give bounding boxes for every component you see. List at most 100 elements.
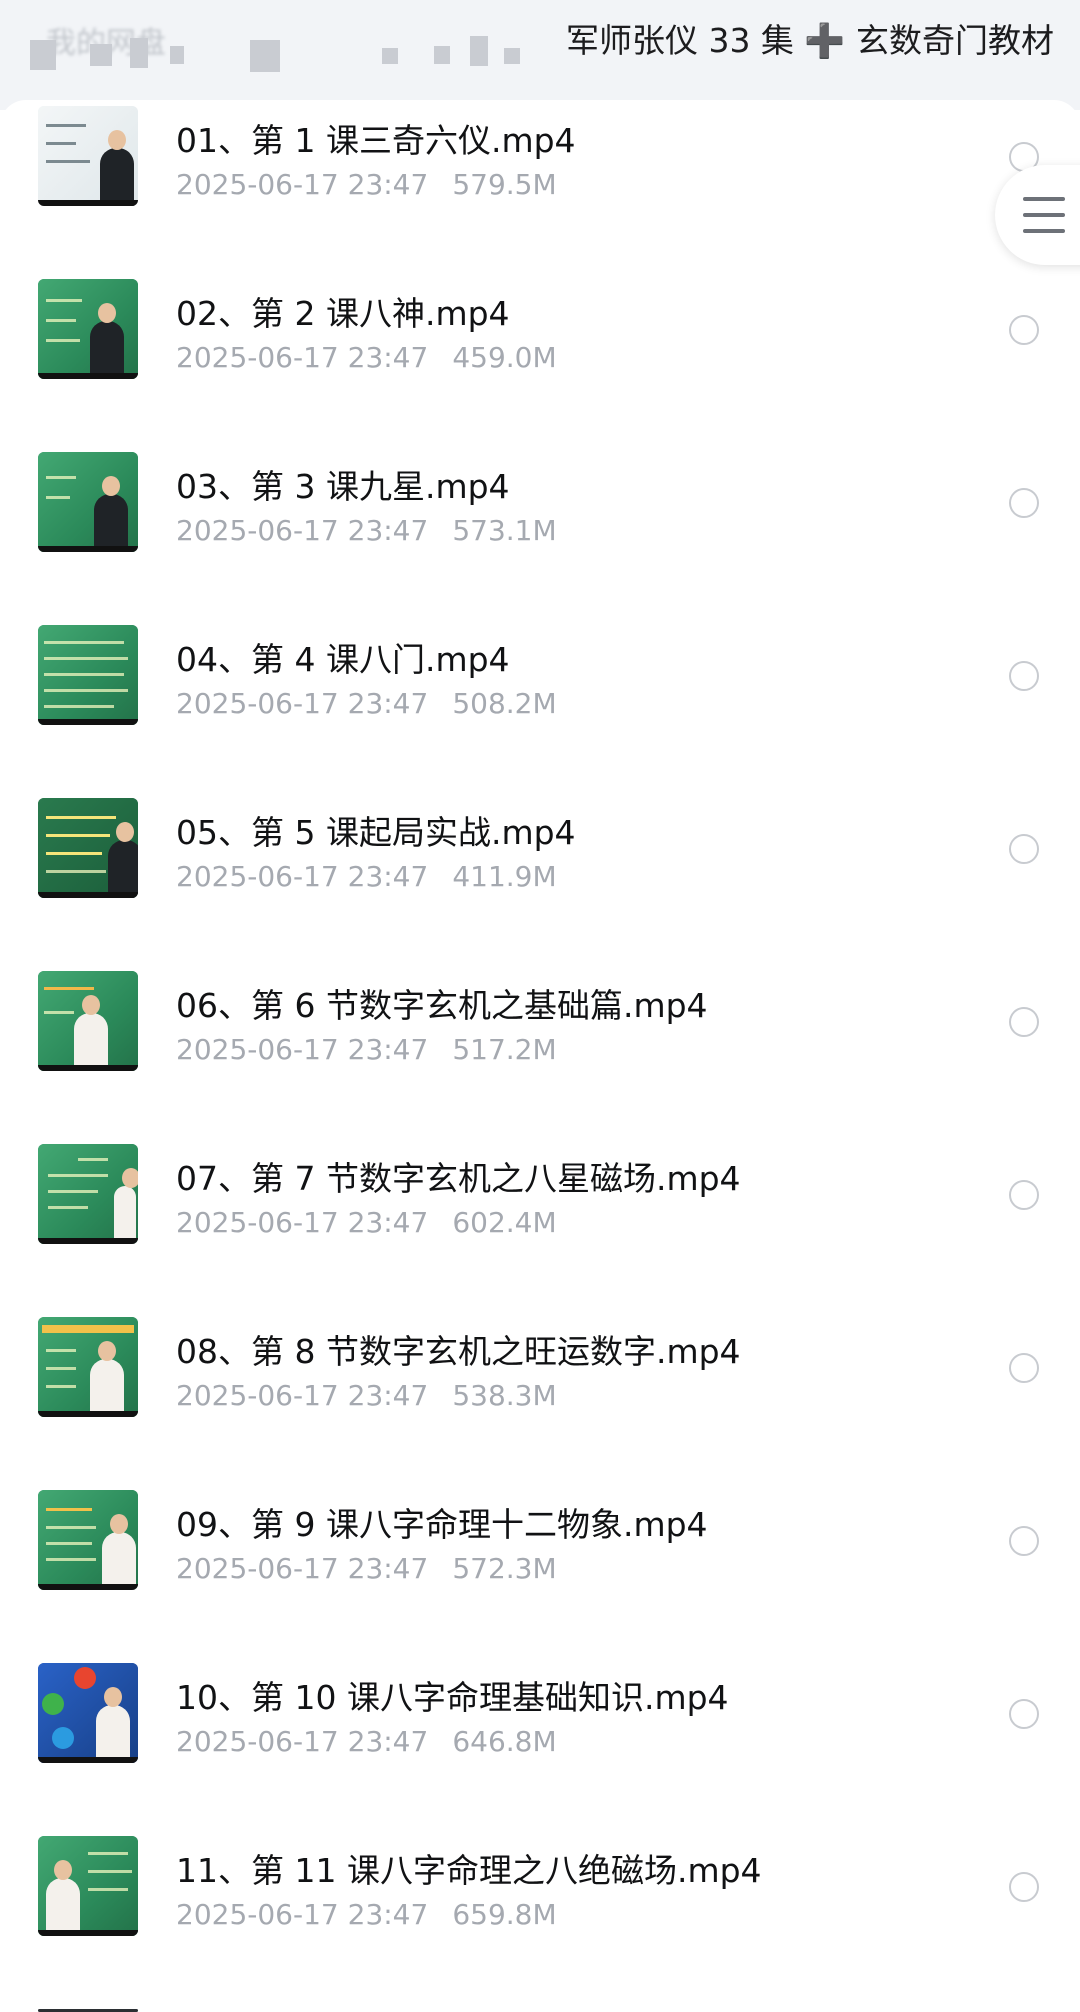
- file-list-screen: 我的网盘 军师张仪 33 集 ➕ 玄数奇门教材 01、第 1 课三奇六仪.mp4…: [0, 0, 1080, 2012]
- radio-circle-icon[interactable]: [1009, 315, 1039, 345]
- video-thumbnail: [38, 279, 138, 379]
- file-meta: 2025-06-17 23:47 573.1M: [176, 514, 557, 547]
- list-item[interactable]: 04、第 4 课八门.mp4 2025-06-17 23:47 508.2M: [0, 619, 1080, 792]
- presenter-figure: [96, 1687, 130, 1763]
- presenter-figure: [74, 995, 108, 1071]
- file-meta: 2025-06-17 23:47 572.3M: [176, 1552, 557, 1585]
- presenter-figure: [46, 1860, 80, 1936]
- file-date: 2025-06-17 23:47: [176, 1206, 429, 1239]
- list-item[interactable]: 11、第 11 课八字命理之八绝磁场.mp4 2025-06-17 23:47 6…: [0, 1830, 1080, 2003]
- list-item[interactable]: 10、第 10 课八字命理基础知识.mp4 2025-06-17 23:47 64…: [0, 1657, 1080, 1830]
- radio-circle-icon[interactable]: [1009, 1180, 1039, 1210]
- list-item[interactable]: 05、第 5 课起局实战.mp4 2025-06-17 23:47 411.9M: [0, 792, 1080, 965]
- video-thumbnail: [38, 106, 138, 206]
- element-circle: [74, 1667, 96, 1689]
- file-meta: 2025-06-17 23:47 538.3M: [176, 1379, 557, 1412]
- file-size: 646.8M: [452, 1725, 557, 1758]
- file-date: 2025-06-17 23:47: [176, 168, 429, 201]
- file-name: 06、第 6 节数字玄机之基础篇.mp4: [176, 986, 708, 1025]
- file-name: 07、第 7 节数字玄机之八星磁场.mp4: [176, 1159, 741, 1198]
- file-size: 602.4M: [452, 1206, 557, 1239]
- file-name: 10、第 10 课八字命理基础知识.mp4: [176, 1678, 729, 1717]
- radio-circle-icon[interactable]: [1009, 1353, 1039, 1383]
- video-thumbnail: [38, 1836, 138, 1936]
- presenter-figure: [102, 1514, 136, 1590]
- file-size: 572.3M: [452, 1552, 557, 1585]
- file-size: 573.1M: [452, 514, 557, 547]
- presenter-figure: [94, 476, 128, 552]
- file-date: 2025-06-17 23:47: [176, 687, 429, 720]
- file-meta: 2025-06-17 23:47 602.4M: [176, 1206, 557, 1239]
- list-item[interactable]: 02、第 2 课八神.mp4 2025-06-17 23:47 459.0M: [0, 273, 1080, 446]
- video-thumbnail: [38, 452, 138, 552]
- file-meta: 2025-06-17 23:47 411.9M: [176, 860, 557, 893]
- file-name: 01、第 1 课三奇六仪.mp4: [176, 121, 576, 160]
- file-meta: 2025-06-17 23:47 659.8M: [176, 1898, 557, 1931]
- radio-circle-icon[interactable]: [1009, 1007, 1039, 1037]
- file-meta: 2025-06-17 23:47 646.8M: [176, 1725, 557, 1758]
- file-name: 09、第 9 课八字命理十二物象.mp4: [176, 1505, 708, 1544]
- mosaic-block: [434, 46, 450, 64]
- video-thumbnail: [38, 625, 138, 725]
- mosaic-block: [30, 40, 56, 70]
- list-item[interactable]: 08、第 8 节数字玄机之旺运数字.mp4 2025-06-17 23:47 53…: [0, 1311, 1080, 1484]
- video-thumbnail: [38, 1317, 138, 1417]
- file-date: 2025-06-17 23:47: [176, 1379, 429, 1412]
- top-header: 我的网盘 军师张仪 33 集 ➕ 玄数奇门教材: [0, 0, 1080, 110]
- video-thumbnail: [38, 1490, 138, 1590]
- video-thumbnail: [38, 1663, 138, 1763]
- file-meta: 2025-06-17 23:47 459.0M: [176, 341, 557, 374]
- file-name: 04、第 4 课八门.mp4: [176, 640, 510, 679]
- list-item[interactable]: 09、第 9 课八字命理十二物象.mp4 2025-06-17 23:47 572…: [0, 1484, 1080, 1657]
- video-thumbnail: [38, 971, 138, 1071]
- mosaic-block: [382, 48, 398, 64]
- file-size: 411.9M: [452, 860, 557, 893]
- file-size: 659.8M: [452, 1898, 557, 1931]
- file-date: 2025-06-17 23:47: [176, 860, 429, 893]
- file-size: 517.2M: [452, 1033, 557, 1066]
- file-name: 03、第 3 课九星.mp4: [176, 467, 510, 506]
- video-thumbnail: [38, 798, 138, 898]
- file-size: 579.5M: [452, 168, 557, 201]
- file-name: 08、第 8 节数字玄机之旺运数字.mp4: [176, 1332, 741, 1371]
- file-size: 459.0M: [452, 341, 557, 374]
- file-date: 2025-06-17 23:47: [176, 514, 429, 547]
- mosaic-block: [470, 36, 488, 66]
- element-circle: [52, 1727, 74, 1749]
- presenter-figure: [100, 130, 134, 206]
- radio-circle-icon[interactable]: [1009, 488, 1039, 518]
- folder-title: 军师张仪 33 集 ➕ 玄数奇门教材: [565, 21, 1054, 60]
- file-meta: 2025-06-17 23:47 508.2M: [176, 687, 557, 720]
- radio-circle-icon[interactable]: [1009, 1699, 1039, 1729]
- mosaic-block: [130, 38, 148, 68]
- file-date: 2025-06-17 23:47: [176, 1725, 429, 1758]
- file-date: 2025-06-17 23:47: [176, 1033, 429, 1066]
- radio-circle-icon[interactable]: [1009, 834, 1039, 864]
- list-item: [0, 2003, 1080, 2012]
- radio-circle-icon[interactable]: [1009, 1526, 1039, 1556]
- radio-circle-icon[interactable]: [1009, 1872, 1039, 1902]
- mosaic-block: [90, 44, 112, 66]
- presenter-figure: [90, 1341, 124, 1417]
- breadcrumb-area[interactable]: 我的网盘: [30, 14, 590, 84]
- list-item[interactable]: 03、第 3 课九星.mp4 2025-06-17 23:47 573.1M: [0, 446, 1080, 619]
- mosaic-block: [504, 48, 520, 64]
- file-date: 2025-06-17 23:47: [176, 1898, 429, 1931]
- mosaic-block: [250, 40, 280, 72]
- file-size: 508.2M: [452, 687, 557, 720]
- presenter-figure: [90, 303, 124, 379]
- video-thumbnail: [38, 1144, 138, 1244]
- file-meta: 2025-06-17 23:47 579.5M: [176, 168, 557, 201]
- file-date: 2025-06-17 23:47: [176, 1552, 429, 1585]
- radio-circle-icon[interactable]: [1009, 661, 1039, 691]
- list-item[interactable]: 07、第 7 节数字玄机之八星磁场.mp4 2025-06-17 23:47 60…: [0, 1138, 1080, 1311]
- list-item[interactable]: 06、第 6 节数字玄机之基础篇.mp4 2025-06-17 23:47 517…: [0, 965, 1080, 1138]
- file-meta: 2025-06-17 23:47 517.2M: [176, 1033, 557, 1066]
- element-circle: [42, 1693, 64, 1715]
- list-item[interactable]: 01、第 1 课三奇六仪.mp4 2025-06-17 23:47 579.5M: [0, 100, 1080, 273]
- presenter-figure: [108, 822, 138, 898]
- file-name: 05、第 5 课起局实战.mp4: [176, 813, 576, 852]
- presenter-figure: [114, 1168, 138, 1244]
- file-name: 11、第 11 课八字命理之八绝磁场.mp4: [176, 1851, 762, 1890]
- file-size: 538.3M: [452, 1379, 557, 1412]
